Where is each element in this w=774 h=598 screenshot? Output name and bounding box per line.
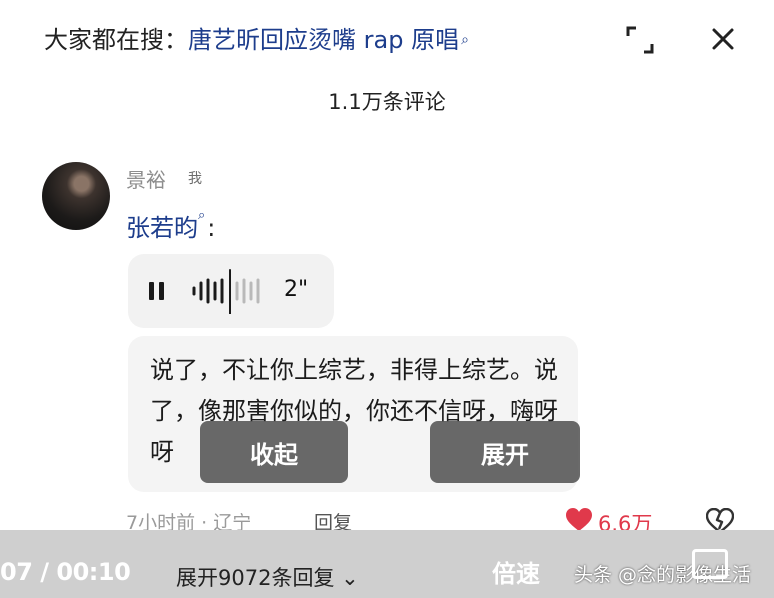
reply-colon: : [207, 214, 216, 242]
video-progress-time: 07 / 00:10 [0, 558, 131, 586]
search-icon[interactable]: ⌕ [461, 32, 469, 48]
expand-icon[interactable] [622, 22, 658, 58]
expand-replies-button[interactable]: 展开9072条回复 ⌄ [176, 562, 359, 592]
voice-message[interactable]: 2" [128, 254, 334, 328]
comment-username[interactable]: 景裕 [126, 164, 166, 193]
playback-speed-button[interactable]: 倍速 [492, 554, 540, 589]
pause-icon[interactable] [149, 282, 165, 300]
fullscreen-icon[interactable] [692, 549, 728, 579]
top-bar: 大家都在搜：唐艺昕回应烫嘴 rap 原唱 ⌕ [0, 0, 774, 80]
close-icon[interactable] [702, 22, 742, 58]
comment-count: 1.1万条评论 [328, 90, 446, 114]
voice-duration: 2" [284, 277, 309, 302]
user-tag: 我 [188, 171, 202, 187]
search-suggestion-prefix: 大家都在搜： [44, 26, 188, 54]
search-suggestion[interactable]: 大家都在搜：唐艺昕回应烫嘴 rap 原唱 ⌕ [44, 22, 469, 58]
expand-button[interactable]: 展开 [430, 421, 580, 483]
heart-icon[interactable] [566, 508, 592, 532]
chevron-down-icon: ⌄ [341, 566, 359, 590]
collapse-button[interactable]: 收起 [200, 421, 348, 483]
avatar[interactable] [42, 162, 110, 230]
reply-target-name[interactable]: 张若昀 [126, 214, 198, 242]
reply-target: 张若昀⌕: [126, 208, 215, 243]
search-suggestion-term[interactable]: 唐艺昕回应烫嘴 rap 原唱 [188, 26, 459, 54]
search-icon[interactable]: ⌕ [198, 208, 205, 223]
expand-replies-label: 展开9072条回复 [176, 566, 335, 590]
waveform [192, 269, 260, 314]
